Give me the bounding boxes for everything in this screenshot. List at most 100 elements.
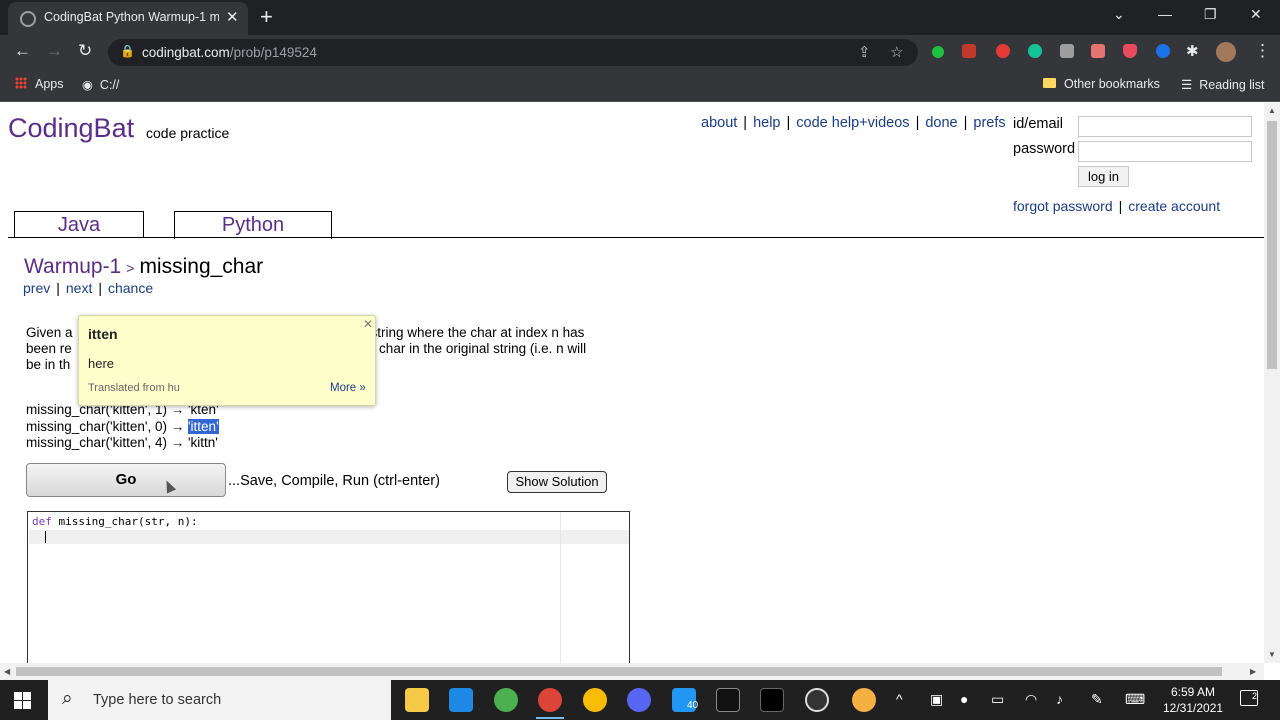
- page-content: CodingBat code practice about | help | code …: [0, 103, 1264, 663]
- scroll-up-icon[interactable]: ▲: [1268, 106, 1276, 115]
- reading-list[interactable]: ☰ Reading list: [1181, 77, 1265, 92]
- mail-icon[interactable]: [449, 688, 473, 712]
- volume-icon[interactable]: ♪: [1056, 691, 1063, 707]
- keyboard-icon[interactable]: ⌨: [1125, 691, 1145, 708]
- login-button[interactable]: log in: [1078, 166, 1129, 187]
- password-label: password: [1013, 141, 1076, 157]
- prev-link[interactable]: prev: [23, 280, 50, 296]
- weather-icon[interactable]: [852, 688, 876, 712]
- tab-python[interactable]: Python: [174, 211, 332, 239]
- pycharm-icon[interactable]: [716, 688, 740, 712]
- vertical-scrollbar[interactable]: ▲ ▼: [1264, 103, 1280, 663]
- login-box: id/email password log in forgot password…: [1009, 109, 1257, 214]
- obs-icon[interactable]: [805, 688, 829, 712]
- popup-close-icon[interactable]: ✕: [363, 317, 373, 331]
- id-label: id/email: [1013, 116, 1063, 132]
- close-window-icon[interactable]: ✕: [1250, 6, 1262, 23]
- next-link[interactable]: next: [66, 280, 92, 296]
- share-icon[interactable]: ⇪: [858, 43, 871, 61]
- popup-source-language: Translated from hu: [88, 382, 180, 394]
- grammarly-icon[interactable]: [1028, 44, 1042, 58]
- new-tab-icon[interactable]: +: [260, 4, 273, 30]
- example-row: missing_char('kitten', 0) → 'itten': [26, 418, 219, 434]
- account-links: forgot password | create account: [1013, 198, 1221, 214]
- tab-search-icon[interactable]: ⌄: [1113, 6, 1125, 23]
- scrollbar-thumb[interactable]: [1267, 121, 1277, 369]
- extension-shield-icon[interactable]: [1123, 44, 1137, 58]
- extension-blue-icon[interactable]: [1156, 44, 1170, 58]
- chrome-alt-icon[interactable]: [583, 688, 607, 712]
- extensions-puzzle-icon[interactable]: ✱: [1186, 42, 1199, 60]
- show-solution-button[interactable]: Show Solution: [507, 471, 607, 493]
- tray-overflow-icon[interactable]: ^: [896, 691, 903, 707]
- chance-link[interactable]: chance: [108, 280, 153, 296]
- link-code-help[interactable]: code help+videos: [796, 115, 909, 131]
- back-icon[interactable]: ←: [14, 41, 31, 61]
- tray-device-icon[interactable]: ▣: [930, 691, 943, 708]
- system-clock[interactable]: 6:59 AM 12/31/2021: [1163, 684, 1223, 716]
- link-about[interactable]: about: [701, 115, 737, 131]
- tab-java[interactable]: Java: [14, 211, 144, 238]
- scroll-right-icon[interactable]: ▶: [1250, 667, 1256, 676]
- notifications-icon[interactable]: 2: [1240, 690, 1258, 706]
- bookmark-apps[interactable]: Apps: [15, 77, 64, 91]
- extension-k-icon[interactable]: [1060, 44, 1074, 58]
- extension-hand-icon[interactable]: [996, 44, 1010, 58]
- chrome-profile-icon[interactable]: [538, 688, 562, 712]
- forgot-password-link[interactable]: forgot password: [1013, 198, 1113, 214]
- site-logo[interactable]: CodingBat: [8, 113, 134, 144]
- horizontal-scrollbar[interactable]: ◀ ▶: [0, 663, 1264, 680]
- windows-start-icon[interactable]: [14, 692, 31, 709]
- bookmarks-bar: Apps ◉ C:// Other bookmarks ☰ Reading list: [0, 69, 1280, 102]
- terminal-icon[interactable]: [760, 688, 784, 712]
- wifi-icon[interactable]: ◠: [1025, 691, 1037, 708]
- microphone-icon[interactable]: ●: [960, 691, 968, 707]
- extension-green-icon[interactable]: [932, 46, 944, 58]
- password-field[interactable]: [1078, 141, 1252, 162]
- profile-avatar[interactable]: [1216, 42, 1236, 62]
- code-editor[interactable]: def missing_char(str, n):: [27, 511, 630, 663]
- search-placeholder: Type here to search: [93, 692, 222, 708]
- battery-icon[interactable]: ▭: [991, 691, 1004, 708]
- discord-icon[interactable]: [627, 688, 651, 712]
- taskbar-search[interactable]: ⌕ Type here to search: [48, 680, 391, 720]
- problem-title: missing_char: [139, 255, 264, 278]
- menu-kebab-icon[interactable]: ⋮: [1254, 41, 1271, 61]
- go-button[interactable]: Go: [26, 463, 226, 497]
- site-tagline: code practice: [146, 125, 230, 141]
- create-account-link[interactable]: create account: [1128, 198, 1220, 214]
- scroll-left-icon[interactable]: ◀: [4, 667, 10, 676]
- chrome-icon[interactable]: [494, 688, 518, 712]
- extension-video-icon[interactable]: [1091, 44, 1105, 58]
- browser-tab[interactable]: CodingBat Python Warmup-1 missing_char ✕: [8, 2, 248, 35]
- breadcrumb: Warmup-1 > missing_char: [24, 255, 264, 278]
- id-email-field[interactable]: [1078, 116, 1252, 137]
- tab-divider: [8, 237, 1264, 238]
- reload-icon[interactable]: ↻: [78, 41, 92, 61]
- restore-icon[interactable]: ❐: [1204, 6, 1217, 23]
- bookmark-c-drive[interactable]: ◉ C://: [82, 77, 119, 92]
- search-icon: ⌕: [62, 688, 73, 709]
- scrollbar-thumb[interactable]: [16, 667, 1222, 676]
- forward-icon[interactable]: →: [46, 41, 63, 61]
- extension-red-icon[interactable]: [962, 44, 976, 58]
- breadcrumb-section[interactable]: Warmup-1: [24, 255, 121, 278]
- address-bar[interactable]: 🔒 codingbat.com/prob/p149524 ⇪ ☆: [108, 39, 918, 66]
- pen-icon[interactable]: ✎: [1091, 691, 1103, 708]
- file-explorer-icon[interactable]: [405, 688, 429, 712]
- bookmark-star-icon[interactable]: ☆: [890, 43, 903, 61]
- close-tab-icon[interactable]: ✕: [226, 8, 239, 26]
- link-help[interactable]: help: [753, 115, 780, 131]
- go-help-text: ...Save, Compile, Run (ctrl-enter): [228, 473, 440, 489]
- popup-more-link[interactable]: More »: [330, 382, 366, 394]
- link-prefs[interactable]: prefs: [973, 115, 1005, 131]
- browser-toolbar: ← → ↻ 🔒 codingbat.com/prob/p149524 ⇪ ☆ ✱…: [0, 35, 1280, 69]
- scroll-down-icon[interactable]: ▼: [1268, 650, 1276, 659]
- text-cursor: [45, 531, 46, 543]
- tab-title: CodingBat Python Warmup-1 missing_char: [44, 10, 219, 24]
- link-done[interactable]: done: [925, 115, 957, 131]
- active-line: [29, 530, 629, 544]
- active-app-indicator: [536, 717, 564, 719]
- minimize-icon[interactable]: —: [1158, 6, 1172, 22]
- bookmark-other[interactable]: Other bookmarks: [1043, 77, 1160, 91]
